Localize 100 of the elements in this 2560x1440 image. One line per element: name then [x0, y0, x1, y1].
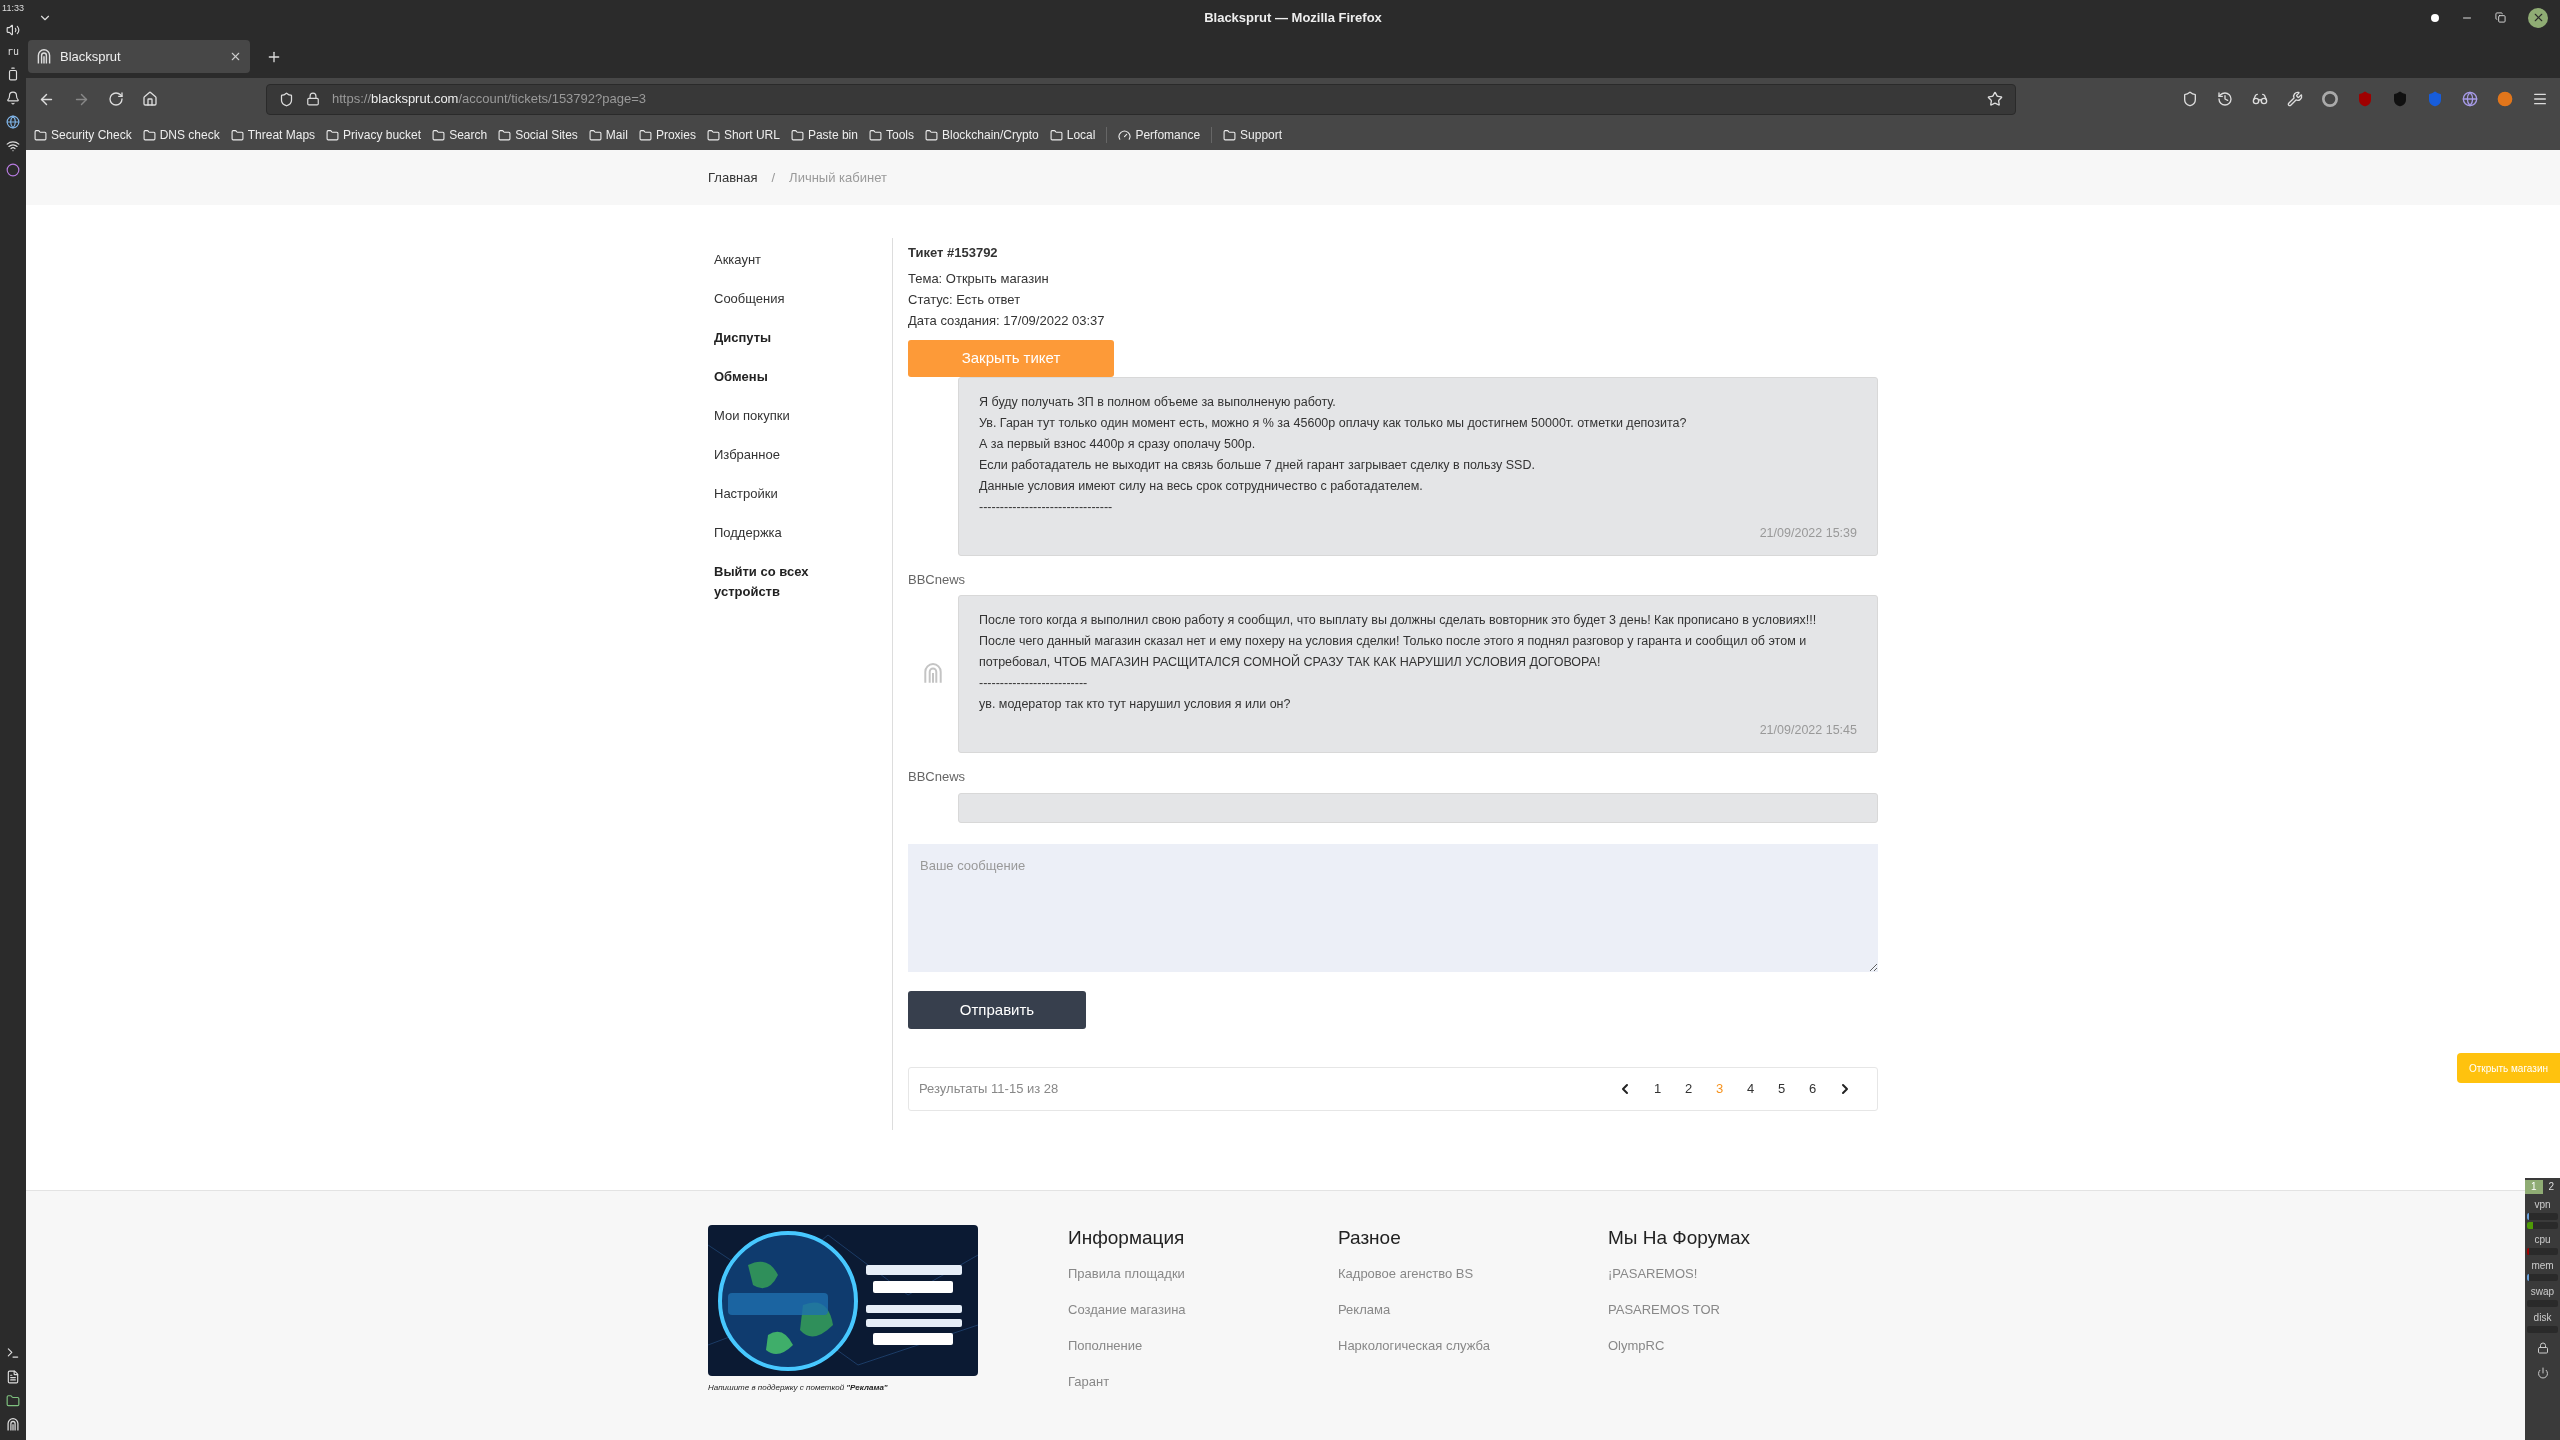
tab-favicon-icon [36, 48, 52, 65]
terminal-icon[interactable] [6, 1346, 20, 1360]
bookmark[interactable]: Privacy bucket [326, 126, 422, 144]
bookmark[interactable]: Threat Maps [230, 126, 316, 144]
sidebar-link[interactable]: Настройки [714, 484, 824, 504]
bookmark[interactable]: Blockchain/Crypto [925, 126, 1039, 144]
sidebar-link[interactable]: Аккаунт [714, 250, 824, 270]
sidebar-link[interactable]: Выйти со всех устройств [714, 562, 824, 602]
folder-icon [588, 128, 602, 142]
restore-icon[interactable] [2495, 12, 2506, 23]
sidebar-link[interactable]: Мои покупки [714, 406, 824, 426]
keyboard-layout[interactable]: ru [6, 47, 19, 57]
bookmark[interactable]: Security Check [34, 126, 132, 144]
message-text: А за первый взнос 4400р я сразу ополачу 500р. [979, 436, 1257, 453]
folder-icon [925, 128, 938, 142]
close-button[interactable] [2528, 7, 2548, 28]
message-text: Если работадатель не выходит на связь больше 7 дней гарант загрывает сделку в пользу SSD. [979, 457, 1536, 474]
bookmark[interactable]: Social Sites [498, 126, 578, 144]
battery-icon [6, 67, 20, 81]
ticket-detail: Дата создания: 17/09/2022 03:37 [908, 312, 1106, 330]
ticket-title: Тикет #153792 [908, 244, 999, 262]
bookmark[interactable]: Proxies [638, 126, 696, 144]
footer-heading: Разное [1338, 1226, 1402, 1250]
meter-bar [2527, 1222, 2558, 1229]
message-input[interactable]: Ваше сообщение [908, 844, 1878, 972]
bookmark[interactable]: Local [1049, 126, 1096, 144]
meter-bar [2527, 1248, 2558, 1255]
meter-bar [2527, 1213, 2558, 1220]
page-link[interactable]: 6 [1806, 1079, 1819, 1099]
bookmark[interactable]: Short URL [706, 126, 780, 144]
notification-icon[interactable] [6, 91, 20, 105]
folder-icon [34, 128, 47, 142]
ticket-detail: Статус: Есть ответ [908, 291, 1022, 309]
bookmark[interactable]: Paste bin [790, 126, 858, 144]
lock-icon[interactable] [2536, 1342, 2549, 1354]
lock-icon [306, 92, 320, 106]
message-text: Ув. Гаран тут только один момент есть, можно я % за 45600р оплачу как только мы достигнем 50000т. отметки депозита? [979, 415, 1688, 432]
browser-tab[interactable]: Blacksprut [28, 40, 250, 73]
folder-icon [432, 128, 446, 142]
power-icon[interactable] [2536, 1367, 2549, 1379]
circle-icon[interactable] [6, 163, 20, 177]
window-title: Blacksprut — Mozilla Firefox [1204, 8, 1382, 27]
globe-icon[interactable] [2462, 91, 2478, 107]
reload-icon[interactable] [108, 91, 124, 107]
footer-heading: Мы На Форумах [1608, 1226, 1752, 1250]
folder-icon [1223, 128, 1237, 142]
folder-icon [868, 128, 882, 142]
breadcrumb-link[interactable]: Главная [708, 167, 758, 188]
ring-icon[interactable] [2322, 91, 2338, 107]
banner-caption: Напишите в поддержку с пометкой "Реклама" [708, 1382, 889, 1394]
bookmark[interactable]: Perfomance [1118, 126, 1201, 144]
glasses-icon[interactable] [2252, 91, 2268, 107]
sidebar-link[interactable]: Обмены [714, 367, 824, 387]
bookmark[interactable]: Support [1223, 126, 1283, 144]
message-author: BBCnews [908, 570, 967, 589]
menu-icon[interactable] [2532, 91, 2548, 107]
history-icon[interactable] [2217, 91, 2233, 107]
folder-icon [790, 128, 804, 142]
browser-icon [6, 1418, 20, 1432]
folder-icon [498, 128, 512, 142]
message-text: Данные условия имеют силу на весь срок сотрудничество с работадателем. [979, 478, 1424, 495]
message-time: 21/09/2022 15:39 [1759, 525, 1857, 542]
globe-icon[interactable] [6, 115, 20, 129]
volume-icon[interactable] [6, 23, 20, 37]
clock: 11:33 [2, 4, 24, 13]
send-button[interactable]: Отправить [908, 991, 1086, 1029]
page-link[interactable]: 2 [1682, 1079, 1695, 1099]
bookmark[interactable]: DNS check [142, 126, 220, 144]
bookmark[interactable]: Mail [588, 126, 628, 144]
bookmark-star-icon[interactable] [1987, 91, 2003, 107]
folder-icon [1049, 128, 1063, 142]
network-icon[interactable] [6, 139, 20, 153]
gauge-icon [1118, 128, 1132, 142]
bookmark[interactable]: Tools [868, 126, 914, 144]
wrench-icon[interactable] [2287, 91, 2303, 107]
close-tab-icon[interactable] [229, 50, 242, 63]
message-author: BBCnews [908, 768, 967, 786]
message-text: -------------------------- [979, 675, 1089, 693]
sidebar-link[interactable]: Сообщения [714, 289, 824, 309]
sidebar-link[interactable]: Диспуты [714, 328, 824, 348]
bookmark[interactable]: Search [432, 126, 488, 144]
message-text: -------------------------------- [979, 499, 1114, 516]
document-icon[interactable] [6, 1370, 20, 1384]
ticket-detail: Тема: Открыть магазин [908, 270, 1050, 288]
address-bar[interactable]: https://blacksprut.com/account/tickets/153792?page=3 [266, 83, 2016, 115]
home-icon[interactable] [142, 91, 158, 107]
message-time: 21/09/2022 15:45 [1759, 722, 1857, 740]
page-link[interactable]: 5 [1775, 1079, 1788, 1099]
workspace-button[interactable]: 2 [2542, 1180, 2560, 1194]
meter-bar [2527, 1274, 2558, 1281]
message-text: Я буду получать ЗП в полном объеме за выполненую работу. [979, 394, 1337, 411]
meter-label: mem [2531, 1260, 2554, 1272]
folder-icon[interactable] [6, 1394, 20, 1408]
page-link[interactable]: 4 [1744, 1079, 1757, 1099]
sidebar-link[interactable]: Поддержка [714, 523, 824, 543]
sidebar-link[interactable]: Избранное [714, 445, 824, 465]
shield-icon [279, 91, 294, 107]
page-link[interactable]: 1 [1651, 1079, 1664, 1099]
meter-label: swap [2530, 1286, 2555, 1298]
url-text: https://blacksprut.com/account/tickets/153792?page=3 [332, 90, 646, 109]
